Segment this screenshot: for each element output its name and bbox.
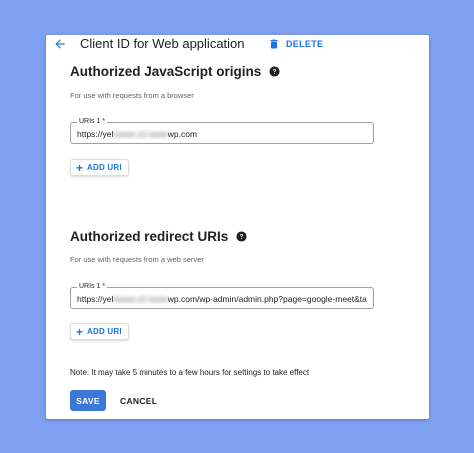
save-button[interactable]: SAVE bbox=[70, 390, 106, 411]
js-origins-title: Authorized JavaScript origins bbox=[70, 64, 280, 79]
redirect-uri-value: https://yellowse.s2-tastewp.com/wp-admin… bbox=[77, 294, 367, 304]
oauth-client-dialog: Client ID for Web application DELETE Aut… bbox=[46, 35, 429, 419]
trash-icon bbox=[270, 39, 278, 49]
cancel-button[interactable]: CANCEL bbox=[120, 390, 157, 411]
add-uri-label: ADD URI bbox=[87, 163, 122, 172]
js-origins-title-text: Authorized JavaScript origins bbox=[70, 64, 262, 79]
settings-note: Note: It may take 5 minutes to a few hou… bbox=[70, 368, 310, 377]
add-uri-label: ADD URI bbox=[87, 327, 122, 336]
redirect-uris-subtitle: For use with requests from a web server bbox=[70, 255, 204, 264]
add-js-origin-button[interactable]: + ADD URI bbox=[70, 159, 129, 176]
js-origin-uri-input[interactable]: URIs 1 * https://yellowse.s2-tastewp.com bbox=[70, 118, 374, 144]
page-title: Client ID for Web application bbox=[80, 36, 245, 51]
dialog-header: Client ID for Web application DELETE bbox=[46, 35, 429, 55]
plus-icon: + bbox=[76, 160, 84, 175]
help-icon[interactable] bbox=[236, 231, 247, 242]
js-origin-uri-value: https://yellowse.s2-tastewp.com bbox=[77, 129, 198, 139]
redirect-uri-input[interactable]: URIs 1 * https://yellowse.s2-tastewp.com… bbox=[70, 283, 374, 309]
redirect-uri-label: URIs 1 * bbox=[77, 283, 108, 290]
add-redirect-uri-button[interactable]: + ADD URI bbox=[70, 323, 129, 340]
blurred-domain: lowse.s2-taste bbox=[113, 129, 168, 139]
js-origin-uri-label: URIs 1 * bbox=[77, 118, 108, 125]
delete-label: DELETE bbox=[286, 39, 324, 49]
redirect-uris-title: Authorized redirect URIs bbox=[70, 229, 247, 244]
redirect-uris-title-text: Authorized redirect URIs bbox=[70, 229, 229, 244]
help-icon[interactable] bbox=[269, 66, 280, 77]
blurred-domain: lowse.s2-taste bbox=[113, 294, 168, 304]
plus-icon: + bbox=[76, 324, 84, 339]
delete-button[interactable]: DELETE bbox=[268, 35, 323, 53]
js-origins-subtitle: For use with requests from a browser bbox=[70, 91, 194, 100]
arrow-back-icon[interactable] bbox=[53, 37, 67, 51]
